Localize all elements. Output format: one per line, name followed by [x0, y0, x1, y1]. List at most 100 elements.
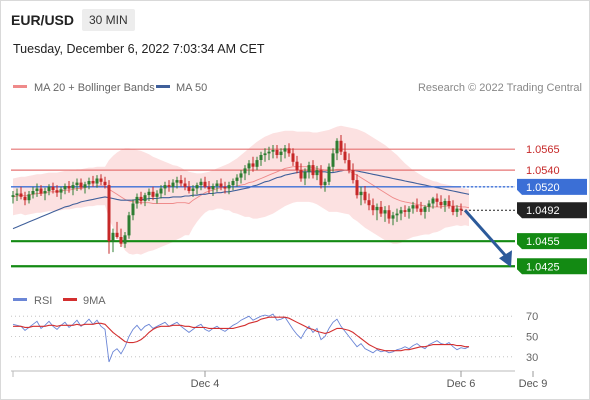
candle-body — [79, 182, 83, 188]
candle-body — [123, 235, 127, 244]
candle-body — [451, 206, 455, 212]
candle-body — [439, 201, 443, 206]
candle-body — [191, 188, 195, 191]
chart-widget: EUR/USD 30 MIN Tuesday, December 6, 2022… — [0, 0, 590, 400]
legend-swatch-rsi-ma — [63, 298, 77, 301]
candle-body — [167, 185, 171, 187]
candle-body — [175, 180, 179, 183]
legend-bollinger-label: MA 20 + Bollinger Bands — [34, 82, 155, 94]
candle-body — [99, 178, 103, 182]
candle-body — [435, 198, 439, 202]
forecast-arrow-shaft — [463, 209, 509, 259]
candle-body — [223, 186, 227, 189]
legend-rsi-label: RSI — [34, 295, 52, 307]
candle-body — [307, 165, 311, 172]
candle-body — [163, 185, 167, 189]
candle-body — [107, 185, 111, 242]
candle-body — [343, 151, 347, 161]
candle-body — [23, 196, 27, 201]
candle-body — [327, 166, 331, 182]
candle-body — [283, 148, 287, 152]
candle-body — [311, 165, 315, 176]
candle-body — [51, 186, 55, 191]
candle-body — [91, 181, 95, 184]
candle-body — [219, 183, 223, 187]
candle-body — [447, 201, 451, 206]
candle-body — [295, 161, 299, 171]
level-label-1.0520: 1.0520 — [526, 182, 560, 194]
candle-body — [203, 181, 207, 187]
candle-body — [47, 186, 51, 191]
candle-body — [15, 193, 19, 196]
candle-body — [395, 213, 399, 216]
candle-body — [263, 153, 267, 156]
candle-body — [355, 180, 359, 196]
candle-body — [287, 148, 291, 154]
rsi-tick-50: 50 — [526, 332, 538, 344]
candle-body — [119, 237, 123, 244]
candle-body — [427, 203, 431, 207]
candle-body — [11, 195, 15, 197]
candle-body — [335, 140, 339, 154]
legend-swatch-bollinger — [13, 85, 27, 88]
candle-body — [347, 160, 351, 171]
candle-body — [211, 186, 215, 190]
candle-body — [59, 189, 63, 193]
candle-body — [75, 182, 79, 186]
candle-body — [71, 185, 75, 189]
candle-body — [247, 163, 251, 169]
level-label-1.0492: 1.0492 — [526, 205, 560, 217]
candle-body — [31, 191, 35, 195]
candle-body — [103, 181, 107, 186]
candle-body — [423, 206, 427, 212]
x-tick-label: Dec 9 — [519, 378, 548, 390]
candle-body — [95, 178, 99, 184]
candle-body — [367, 200, 371, 206]
candle-body — [275, 150, 279, 155]
candle-body — [391, 215, 395, 219]
candle-body — [455, 208, 459, 212]
candle-body — [143, 195, 147, 202]
candle-body — [371, 205, 375, 211]
candle-body — [67, 186, 71, 189]
candle-body — [259, 155, 263, 160]
candle-body — [27, 194, 31, 201]
level-label-1.0425: 1.0425 — [526, 261, 560, 273]
candle-body — [299, 170, 303, 179]
candle-body — [39, 188, 43, 194]
rsi-line — [12, 313, 470, 363]
candle-body — [359, 191, 363, 196]
candle-body — [179, 180, 183, 184]
legend-rsi-ma-label: 9MA — [83, 295, 106, 307]
candle-body — [387, 210, 391, 219]
candle-body — [375, 206, 379, 211]
candle-body — [235, 177, 239, 181]
candle-body — [127, 215, 131, 236]
candle-body — [135, 196, 139, 204]
candle-body — [151, 191, 155, 197]
level-label-1.0455: 1.0455 — [526, 236, 560, 248]
candle-body — [215, 183, 219, 186]
candle-body — [459, 208, 463, 211]
candle-body — [199, 181, 203, 186]
candle-body — [411, 205, 415, 209]
price-chart: MA 20 + Bollinger Bands MA 50 Research © 2… — [11, 82, 587, 390]
candle-body — [227, 185, 231, 189]
candle-body — [195, 185, 199, 189]
forecast-arrow-head — [499, 250, 512, 268]
candle-body — [251, 163, 255, 167]
candle-body — [351, 170, 355, 181]
candle-body — [63, 186, 67, 190]
rsi-ma-line — [13, 316, 469, 352]
candle-body — [171, 182, 175, 187]
candle-body — [87, 181, 91, 185]
candle-body — [407, 208, 411, 212]
candle-body — [415, 205, 419, 209]
candle-body — [339, 140, 343, 152]
candle-body — [271, 150, 275, 152]
candle-body — [35, 188, 39, 191]
candle-body — [19, 193, 23, 197]
candle-body — [315, 170, 319, 176]
rsi-tick-70: 70 — [526, 311, 538, 323]
candle-body — [379, 206, 383, 214]
